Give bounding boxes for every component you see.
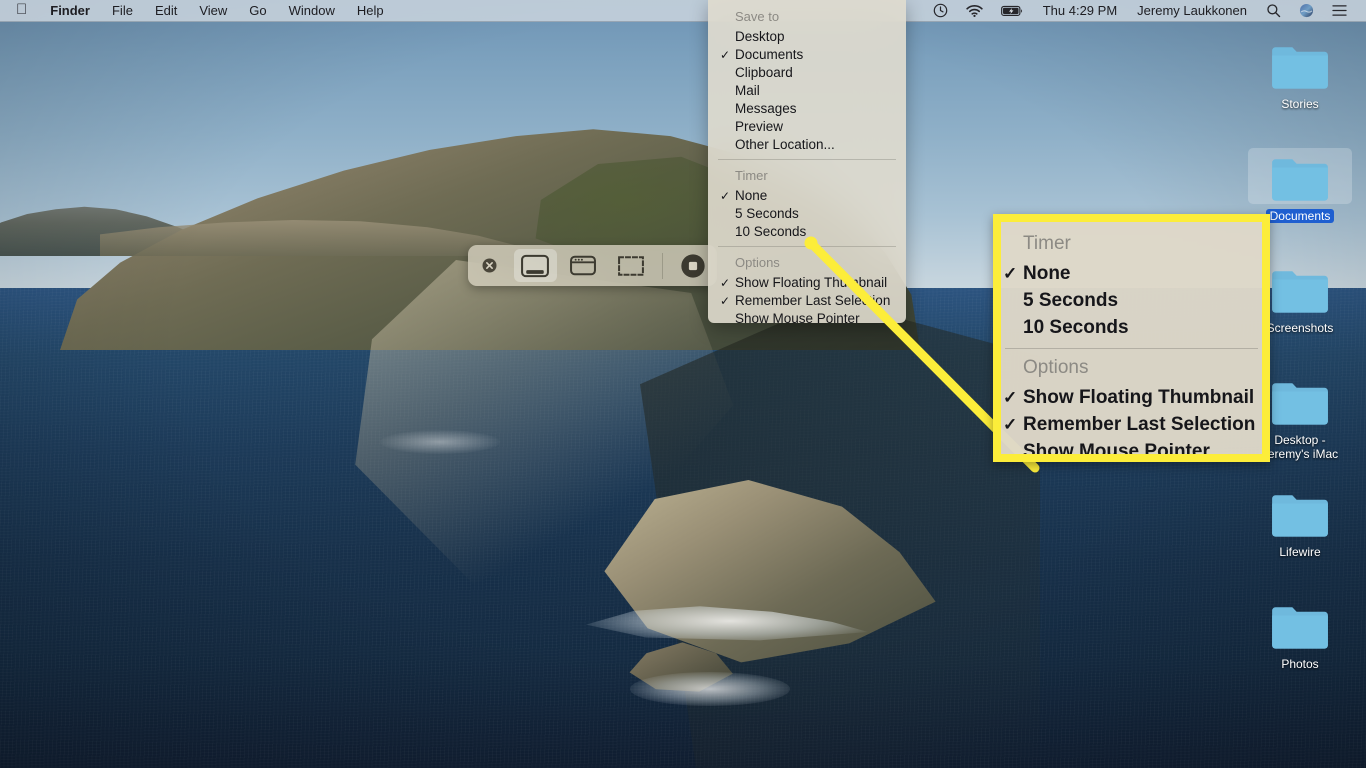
menu-item-view[interactable]: View	[188, 0, 238, 22]
menu-item-label: 5 Seconds	[735, 206, 799, 221]
callout-item-timer-none[interactable]: ✓ None	[1001, 260, 1262, 287]
checkmark-icon: ✓	[720, 276, 731, 290]
menu-separator	[718, 159, 896, 160]
folder-icon	[1248, 596, 1352, 652]
menu-item-label: Show Mouse Pointer	[1023, 441, 1210, 462]
desktop-icon-label: Screenshots	[1266, 321, 1334, 335]
desktop-icon-label: Lifewire	[1279, 545, 1321, 559]
menu-item-timer-none[interactable]: ✓ None	[708, 187, 906, 205]
control-center-icon[interactable]	[1323, 4, 1356, 17]
menu-item-preview[interactable]: Preview	[708, 118, 906, 136]
menu-item-timer-5-seconds[interactable]: 5 Seconds	[708, 205, 906, 223]
menu-bar-status-items: Thu 4:29 PM Jeremy Laukkonen	[924, 3, 1366, 18]
desktop-icon-label: Documents	[1265, 209, 1335, 223]
desktop-icon-label: Photos	[1281, 657, 1319, 671]
menu-item-messages[interactable]: Messages	[708, 100, 906, 118]
checkmark-icon: ✓	[720, 294, 731, 308]
callout-item-option-show-mouse-pointer[interactable]: Show Mouse Pointer	[1001, 438, 1262, 462]
folder-icon	[1248, 36, 1352, 92]
checkmark-icon: ✓	[1003, 388, 1018, 407]
menu-item-finder[interactable]: Finder	[39, 0, 101, 22]
menu-item-label: Remember Last Selection	[1023, 414, 1256, 435]
callout-timer-item-list: ✓ None 5 Seconds 10 Seconds	[1001, 260, 1262, 341]
menu-item-label: Messages	[735, 101, 797, 116]
menu-item-label: Preview	[735, 119, 784, 134]
menu-item-label: 5 Seconds	[1023, 290, 1119, 311]
menu-item-label: Documents	[735, 47, 804, 62]
magnified-options-callout: Timer ✓ None 5 Seconds 10 Seconds Options ✓…	[993, 214, 1270, 462]
menu-bar:  Finder File Edit View Go Window Help	[0, 0, 1366, 22]
menu-item-clipboard[interactable]: Clipboard	[708, 64, 906, 82]
menu-item-help[interactable]: Help	[346, 0, 395, 22]
callout-section-header-timer: Timer	[1023, 233, 1071, 254]
menu-item-label: Clipboard	[735, 65, 793, 80]
callout-item-option-show-floating-thumbnail[interactable]: ✓ Show Floating Thumbnail	[1001, 384, 1262, 411]
search-icon[interactable]	[1257, 3, 1290, 18]
checkmark-icon: ✓	[720, 189, 731, 203]
toolbar-divider	[662, 252, 664, 279]
menu-item-label: 10 Seconds	[1023, 317, 1129, 338]
callout-section-header-options: Options	[1023, 357, 1089, 378]
menu-bar-clock[interactable]: Thu 4:29 PM	[1033, 3, 1127, 18]
menu-item-file[interactable]: File	[101, 0, 144, 22]
menu-item-desktop[interactable]: Desktop	[708, 28, 906, 46]
menu-item-label: Show Floating Thumbnail	[1023, 387, 1255, 408]
callout-options-item-list: ✓ Show Floating Thumbnail ✓ Remember Last S…	[1001, 384, 1262, 462]
screenshot-toolbar	[468, 245, 717, 286]
menu-item-label: Mail	[735, 83, 760, 98]
capture-selected-portion-button[interactable]	[609, 249, 653, 282]
checkmark-icon: ✓	[1003, 415, 1018, 434]
callout-item-timer-10-seconds[interactable]: 10 Seconds	[1001, 314, 1262, 341]
menu-item-label: Other Location...	[735, 137, 835, 152]
menu-item-mail[interactable]: Mail	[708, 82, 906, 100]
menu-section-header-timer: Timer	[735, 168, 768, 183]
menu-bar-user-name[interactable]: Jeremy Laukkonen	[1127, 3, 1257, 18]
checkmark-icon: ✓	[1003, 264, 1018, 283]
apple-logo-icon[interactable]: 	[10, 0, 39, 21]
wifi-icon[interactable]	[957, 4, 992, 18]
menu-item-label: None	[735, 188, 768, 203]
callout-separator	[1005, 348, 1258, 349]
siri-icon[interactable]	[1290, 3, 1323, 18]
menu-item-label: None	[1023, 263, 1071, 284]
menu-section-header-save-to: Save to	[735, 9, 780, 24]
save-to-item-list: Desktop ✓ Documents Clipboard Mail Messages Pr…	[708, 28, 906, 154]
time-machine-clock-icon[interactable]	[924, 3, 957, 18]
folder-icon	[1248, 148, 1352, 204]
callout-item-timer-5-seconds[interactable]: 5 Seconds	[1001, 287, 1262, 314]
menu-item-window[interactable]: Window	[278, 0, 346, 22]
close-x-icon[interactable]	[468, 257, 512, 274]
desktop-icon-lifewire[interactable]: Lifewire	[1248, 484, 1352, 561]
desktop-icon-photos[interactable]: Photos	[1248, 596, 1352, 673]
folder-icon	[1248, 484, 1352, 540]
checkmark-icon: ✓	[720, 48, 731, 62]
menu-item-documents[interactable]: ✓ Documents	[708, 46, 906, 64]
menu-item-go[interactable]: Go	[238, 0, 277, 22]
menu-item-other-location[interactable]: Other Location...	[708, 136, 906, 154]
battery-charging-icon[interactable]	[992, 5, 1033, 17]
capture-entire-screen-button[interactable]	[513, 249, 558, 282]
desktop-icon-label: Stories	[1281, 97, 1319, 111]
capture-selected-window-button[interactable]	[561, 249, 605, 282]
menu-item-edit[interactable]: Edit	[144, 0, 188, 22]
menu-bar-app-menus:  Finder File Edit View Go Window Help	[0, 0, 395, 22]
menu-item-label: Desktop	[735, 29, 785, 44]
desktop-icon-stories[interactable]: Stories	[1248, 36, 1352, 113]
callout-item-option-remember-last-selection[interactable]: ✓ Remember Last Selection	[1001, 411, 1262, 438]
